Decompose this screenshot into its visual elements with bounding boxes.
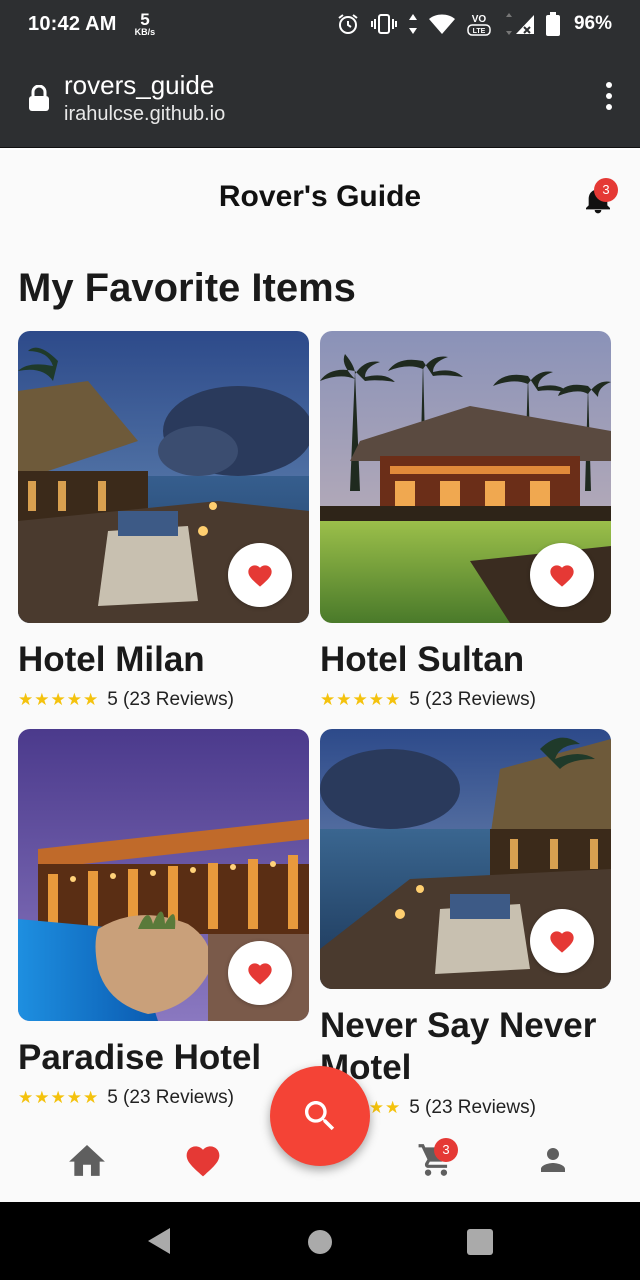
lock-icon — [29, 84, 49, 111]
hotel-name[interactable]: Hotel Milan — [18, 639, 309, 681]
rating-text: 5 (23 Reviews) — [107, 689, 234, 710]
star-rating-icons: ★★★★★ — [320, 690, 402, 709]
heart-icon — [550, 565, 574, 587]
nav-home[interactable] — [65, 1138, 109, 1182]
nav-profile[interactable] — [531, 1138, 575, 1182]
rating-text: 5 (23 Reviews) — [409, 689, 536, 710]
network-speed-value: 5 — [140, 10, 150, 29]
favorite-card[interactable]: Hotel Sultan ★★★★★ 5 (23 Reviews) — [320, 331, 611, 711]
nav-favorites[interactable] — [181, 1138, 225, 1182]
hotel-image[interactable] — [18, 331, 309, 623]
hotel-name[interactable]: Never Say Never Motel — [320, 1005, 611, 1089]
person-icon — [541, 1148, 565, 1172]
cart-badge: 3 — [434, 1138, 458, 1162]
hotel-image[interactable] — [320, 729, 611, 989]
section-title: My Favorite Items — [18, 266, 356, 310]
volte-icon: VO LTE — [467, 14, 491, 36]
hotel-image[interactable] — [320, 331, 611, 623]
rating-text: 5 (23 Reviews) — [409, 1097, 536, 1118]
more-vert-icon[interactable] — [606, 82, 612, 110]
favorite-button[interactable] — [228, 941, 292, 1005]
svg-text:VO: VO — [472, 14, 487, 25]
app-title: Rover's Guide — [218, 180, 422, 213]
data-arrows-icon — [408, 14, 417, 34]
star-rating-icons: ★★★★★ — [18, 690, 100, 709]
hotel-image[interactable] — [18, 729, 309, 1021]
favorite-card[interactable]: Never Say Never Motel ★★★★★ 5 (23 Review… — [320, 729, 611, 1119]
status-time: 10:42 AM — [28, 12, 117, 35]
network-speed: 5 KB/s — [135, 11, 156, 37]
url-text[interactable]: rovers_guide irahulcse.github.io — [64, 69, 225, 127]
wifi-icon — [428, 14, 455, 34]
hotel-rating: ★★★★★ 5 (23 Reviews) — [18, 1087, 309, 1109]
rating-text: 5 (23 Reviews) — [107, 1087, 234, 1108]
hotel-rating: ★★★★★ 5 (23 Reviews) — [18, 689, 309, 711]
svg-text:LTE: LTE — [473, 28, 486, 35]
home-icon — [69, 1144, 105, 1176]
page-host: irahulcse.github.io — [64, 102, 226, 125]
star-rating-icons: ★★★★★ — [18, 1088, 100, 1107]
alarm-icon — [338, 14, 358, 34]
notification-badge: 3 — [594, 178, 618, 202]
favorite-button[interactable] — [228, 543, 292, 607]
heart-icon — [248, 565, 272, 587]
favorite-card[interactable]: Hotel Milan ★★★★★ 5 (23 Reviews) — [18, 331, 309, 711]
app-header: Rover's Guide — [0, 150, 640, 246]
browser-url-bar[interactable]: rovers_guide irahulcse.github.io — [0, 48, 640, 148]
signal-icon — [505, 13, 534, 35]
back-icon[interactable] — [146, 1226, 172, 1256]
heart-icon — [186, 1146, 220, 1177]
favorite-card[interactable]: Paradise Hotel ★★★★★ 5 (23 Reviews) — [18, 729, 309, 1109]
search-fab-button[interactable] — [270, 1066, 370, 1166]
favorite-button[interactable] — [530, 909, 594, 973]
home-circle-icon[interactable] — [307, 1229, 333, 1255]
status-bar: 10:42 AM 5 KB/s VO LTE 96% — [0, 0, 640, 48]
network-speed-unit: KB/s — [134, 27, 156, 37]
page-title: rovers_guide — [64, 69, 215, 100]
hotel-rating: ★★★★★ 5 (23 Reviews) — [320, 689, 611, 711]
system-navigation-bar — [0, 1202, 640, 1280]
heart-icon — [248, 963, 272, 985]
heart-icon — [550, 931, 574, 953]
search-icon — [305, 1101, 335, 1131]
battery-percentage: 96% — [573, 13, 612, 34]
vibrate-icon — [370, 14, 397, 34]
battery-icon — [545, 12, 560, 36]
favorites-content[interactable]: My Favorite Items Hotel Milan ★★★★★ 5 (2… — [0, 246, 640, 1202]
recents-icon[interactable] — [466, 1228, 494, 1256]
hotel-name[interactable]: Hotel Sultan — [320, 639, 611, 681]
hotel-name[interactable]: Paradise Hotel — [18, 1037, 309, 1079]
favorite-button[interactable] — [530, 543, 594, 607]
status-icons: VO LTE 96% — [336, 11, 612, 37]
